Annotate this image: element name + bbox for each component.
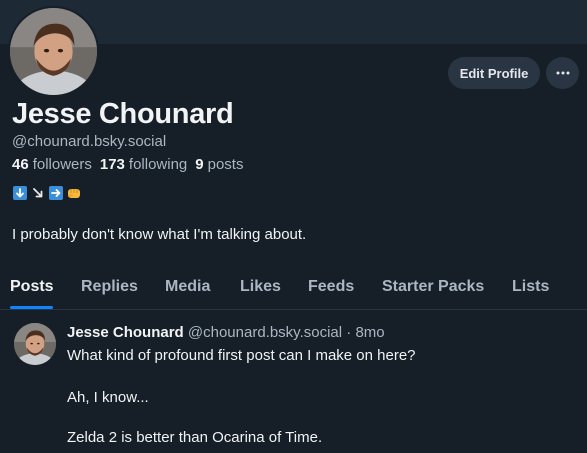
tab-replies[interactable]: Replies xyxy=(81,264,138,309)
down-arrow-icon xyxy=(13,186,27,200)
post-separator: · xyxy=(346,324,352,341)
tabs-divider xyxy=(0,309,587,310)
profile-handle: @chounard.bsky.social xyxy=(12,133,167,150)
tab-feeds[interactable]: Feeds xyxy=(308,264,354,309)
post-text-line: Zelda 2 is better than Ocarina of Time. xyxy=(67,429,323,446)
more-options-button[interactable] xyxy=(546,57,579,89)
posts-label: posts xyxy=(207,156,244,173)
post-header: Jesse Chounard @chounard.bsky.social · 8… xyxy=(67,324,385,341)
followers-stat[interactable]: 46 followers xyxy=(12,156,92,173)
tab-posts[interactable]: Posts xyxy=(10,264,54,309)
down-right-arrow-icon xyxy=(33,188,43,198)
posts-count: 9 xyxy=(195,156,204,173)
bio-emoji-row xyxy=(13,186,85,200)
post-author-avatar[interactable] xyxy=(14,323,56,365)
profile-display-name: Jesse Chounard xyxy=(12,98,234,130)
profile-avatar[interactable] xyxy=(8,6,99,97)
followers-label: followers xyxy=(32,156,92,173)
post-author-handle[interactable]: @chounard.bsky.social xyxy=(188,324,342,341)
followers-count: 46 xyxy=(12,156,29,173)
profile-tabs: Posts Replies Media Likes Feeds Starter … xyxy=(0,264,587,309)
post-text-line: Ah, I know... xyxy=(67,389,149,406)
following-stat[interactable]: 173 following xyxy=(100,156,187,173)
following-label: following xyxy=(128,156,188,173)
post-author-name[interactable]: Jesse Chounard xyxy=(67,324,184,341)
profile-page: Edit Profile Jesse Chounard @chounard.bs… xyxy=(0,0,587,453)
right-arrow-icon xyxy=(49,186,63,200)
avatar-photo xyxy=(10,8,97,95)
posts-stat: 9 posts xyxy=(195,156,243,173)
following-count: 173 xyxy=(99,156,125,173)
profile-bio: I probably don't know what I'm talking a… xyxy=(12,226,307,243)
ellipsis-icon xyxy=(556,71,569,75)
tab-likes[interactable]: Likes xyxy=(240,264,281,309)
post-text-line: What kind of profound first post can I m… xyxy=(67,347,416,364)
edit-profile-button[interactable]: Edit Profile xyxy=(448,57,540,89)
post-timestamp[interactable]: 8mo xyxy=(355,324,384,341)
tab-starter-packs[interactable]: Starter Packs xyxy=(382,264,484,309)
avatar-photo xyxy=(14,323,56,365)
tab-lists[interactable]: Lists xyxy=(512,264,549,309)
fist-bump-icon xyxy=(68,189,80,198)
profile-stats: 46 followers 173 following 9 posts xyxy=(12,156,251,173)
tab-media[interactable]: Media xyxy=(165,264,210,309)
